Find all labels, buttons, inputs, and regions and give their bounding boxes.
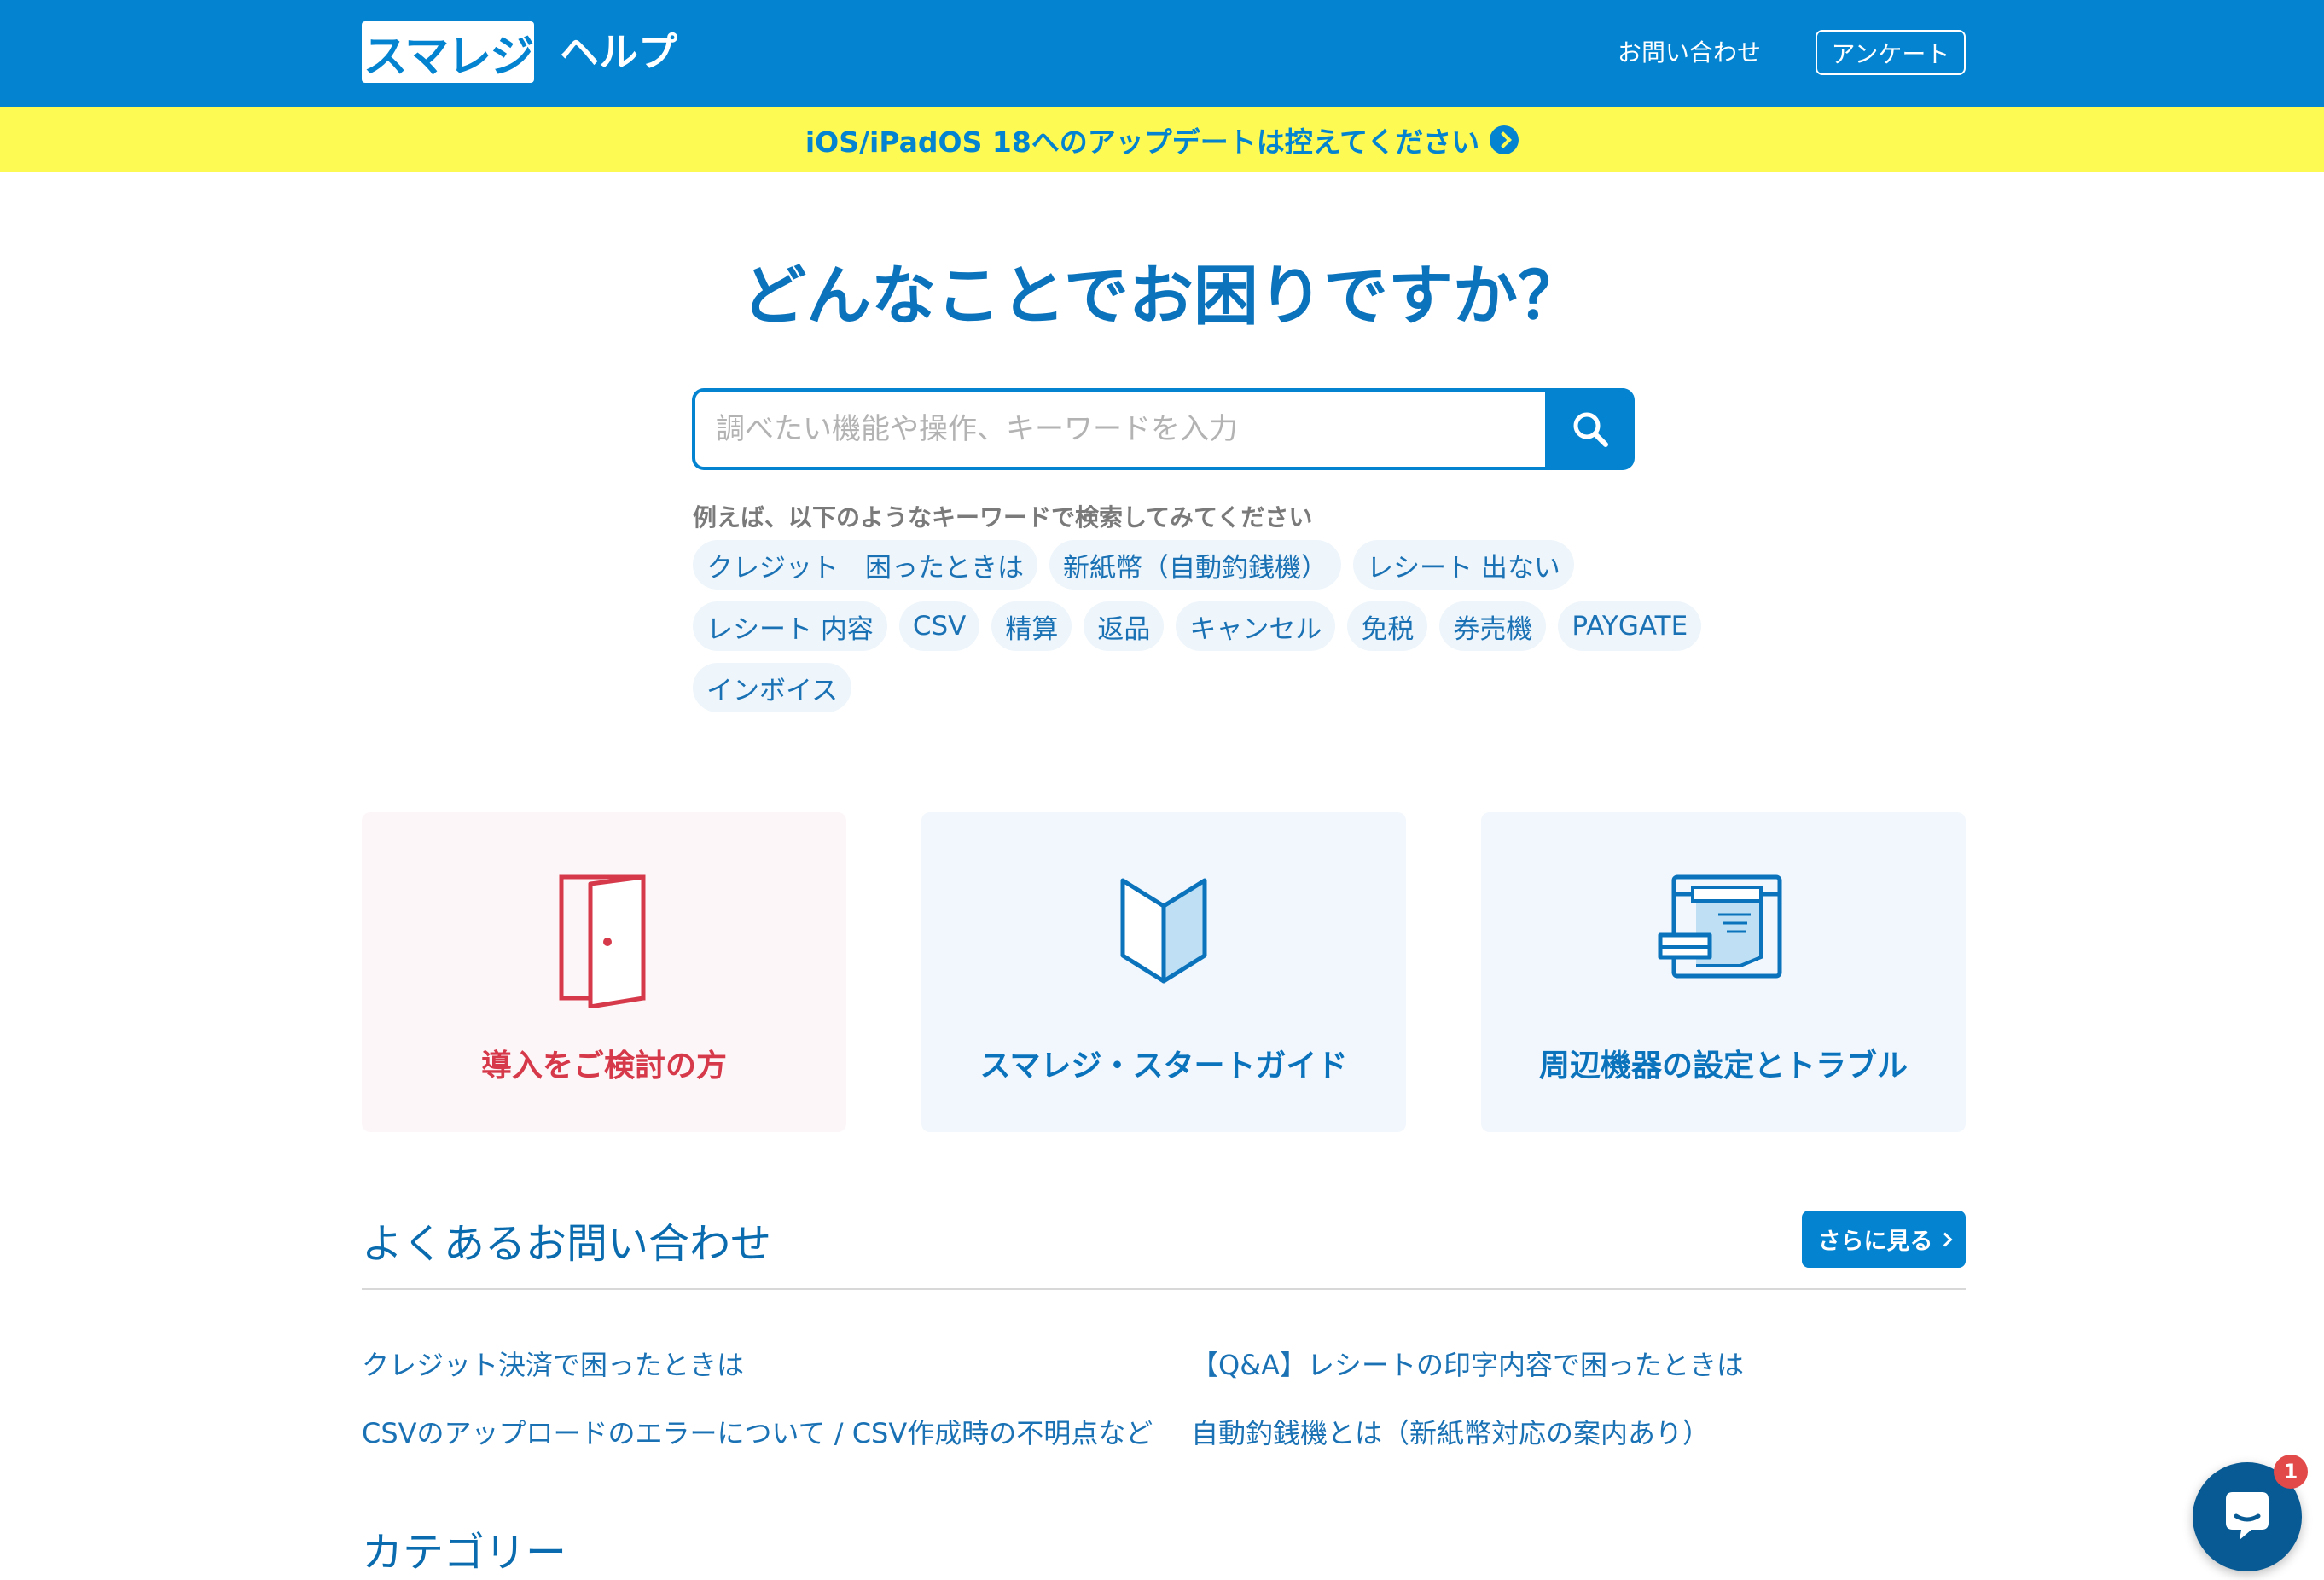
faq-link[interactable]: クレジット決済で困ったときは (362, 1344, 744, 1383)
faq-link[interactable]: 【Q&A】レシートの印字内容で困ったときは (1191, 1344, 1744, 1383)
keyword-chip[interactable]: インボイス (693, 663, 852, 712)
faq-section-title: よくあるお問い合わせ (362, 1220, 772, 1268)
keyword-chip[interactable]: 新紙幣（自動釣銭機） (1049, 540, 1341, 590)
section-divider (362, 1288, 1966, 1290)
card-getting-started[interactable]: 導入をご検討の方 (362, 812, 846, 1132)
keyword-chip[interactable]: 券売機 (1439, 601, 1547, 651)
smaregi-logo[interactable]: スマレジ (362, 21, 534, 83)
keyword-chip[interactable]: PAYGATE (1558, 601, 1702, 651)
site-header: スマレジ ヘルプ お問い合わせ アンケート (0, 0, 2324, 107)
category-section-title: カテゴリー (362, 1529, 567, 1577)
page-title: どんなことでお困りですか？ (741, 258, 1583, 334)
card-peripherals[interactable]: 周辺機器の設定とトラブル (1481, 812, 1966, 1132)
search-bar (692, 388, 1635, 470)
printer-icon (1658, 874, 1782, 979)
search-icon (1573, 412, 1608, 447)
chevron-right-icon (1938, 1232, 1952, 1246)
card-label: スマレジ・スタートガイド (979, 1048, 1348, 1083)
notice-banner[interactable]: iOS/iPadOS 18へのアップデートは控えてください (0, 107, 2324, 172)
see-more-label: さらに見る (1817, 1229, 1933, 1255)
arrow-circle-right-icon (1490, 125, 1519, 154)
keyword-chip[interactable]: キャンセル (1176, 601, 1336, 651)
book-icon (1120, 878, 1207, 984)
see-more-button[interactable]: さらに見る (1802, 1211, 1966, 1268)
card-label: 導入をご検討の方 (480, 1048, 727, 1083)
notice-text: iOS/iPadOS 18へのアップデートは控えてください (805, 125, 1480, 159)
keyword-chip[interactable]: レシート 内容 (693, 601, 887, 651)
keyword-chip[interactable]: 返品 (1084, 601, 1165, 651)
survey-button[interactable]: アンケート (1816, 30, 1966, 75)
help-label[interactable]: ヘルプ (560, 24, 677, 80)
faq-link[interactable]: 自動釣銭機とは（新紙幣対応の案内あり） (1191, 1412, 1710, 1451)
door-icon (559, 874, 646, 1008)
card-start-guide[interactable]: スマレジ・スタートガイド (921, 812, 1406, 1132)
keyword-chip[interactable]: 精算 (991, 601, 1072, 651)
card-label: 周辺機器の設定とトラブル (1538, 1048, 1908, 1083)
contact-link[interactable]: お問い合わせ (1618, 34, 1761, 72)
notification-badge: 1 (2274, 1455, 2308, 1489)
keyword-hint: 例えば、以下のようなキーワードで検索してみてください (693, 503, 1313, 532)
keyword-chip[interactable]: 免税 (1347, 601, 1428, 651)
keyword-chip[interactable]: クレジット 困ったときは (693, 540, 1037, 590)
keyword-chip[interactable]: CSV (898, 601, 980, 651)
faq-link[interactable]: CSVのアップロードのエラーについて / CSV作成時の不明点など (362, 1412, 1153, 1451)
keyword-list: クレジット 困ったときは 新紙幣（自動釣銭機） レシート 出ない レシート 内容… (693, 540, 1717, 712)
chat-bubble-icon (2226, 1492, 2269, 1540)
search-input[interactable] (692, 388, 1545, 470)
search-button[interactable] (1545, 388, 1635, 470)
keyword-chip[interactable]: レシート 出ない (1353, 540, 1574, 590)
